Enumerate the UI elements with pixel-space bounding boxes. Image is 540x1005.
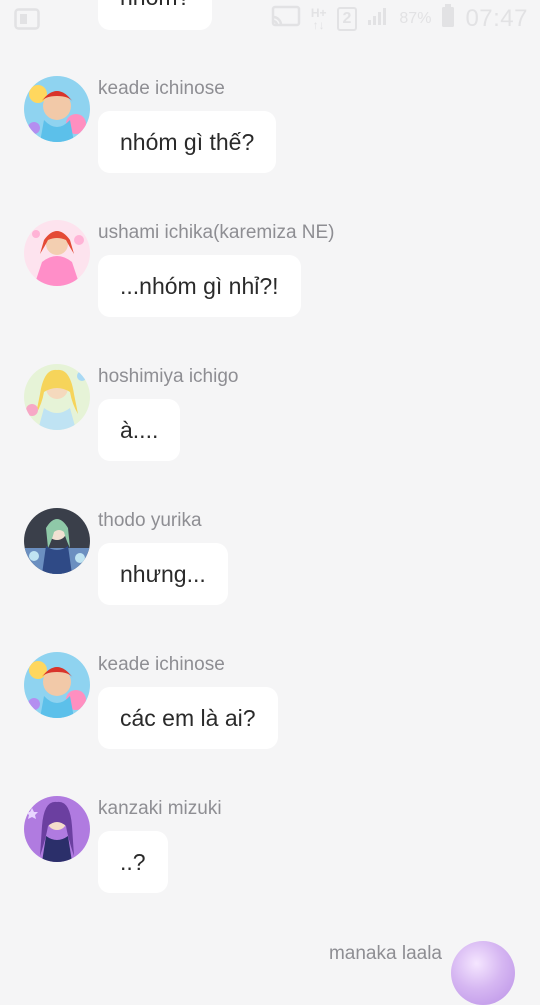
sender-name: ushami ichika(karemiza NE) (98, 222, 335, 243)
sender-name: hoshimiya ichigo (98, 366, 239, 387)
sender-name: keade ichinose (98, 78, 225, 99)
sender-name: thodo yurika (98, 510, 202, 531)
screen-mirror-icon (14, 8, 40, 35)
avatar[interactable] (24, 76, 90, 142)
sender-name: manaka laala (328, 943, 442, 964)
avatar[interactable] (24, 652, 90, 718)
battery-icon (441, 4, 455, 33)
network-type-icon: H+ ↑↓ (310, 5, 327, 32)
avatar[interactable] (451, 941, 515, 1005)
message-bubble[interactable]: các em là ai? (98, 687, 278, 749)
chat-message-list[interactable]: nhóm? keade ichinose nhóm gì thế? (0, 0, 540, 1005)
avatar[interactable] (24, 364, 90, 430)
cast-icon (271, 5, 301, 32)
sim-slot-icon: 2 (336, 6, 358, 31)
battery-percent: 87% (399, 9, 432, 27)
avatar[interactable] (24, 796, 90, 862)
sender-name: kanzaki mizuki (98, 798, 222, 819)
avatar[interactable] (24, 220, 90, 286)
message-bubble[interactable]: ...nhóm gì nhỉ?! (98, 255, 301, 317)
avatar[interactable] (24, 508, 90, 574)
signal-icon (367, 6, 389, 31)
message-bubble[interactable]: à.... (98, 399, 181, 461)
message-bubble[interactable]: nhưng... (98, 543, 228, 605)
message-bubble[interactable]: nhóm gì thế? (98, 111, 277, 173)
clock: 07:47 (465, 4, 528, 32)
status-bar: H+ ↑↓ 2 87% 07:47 (0, 0, 540, 36)
message-bubble[interactable]: ..? (98, 831, 168, 893)
sender-name: keade ichinose (98, 654, 225, 675)
